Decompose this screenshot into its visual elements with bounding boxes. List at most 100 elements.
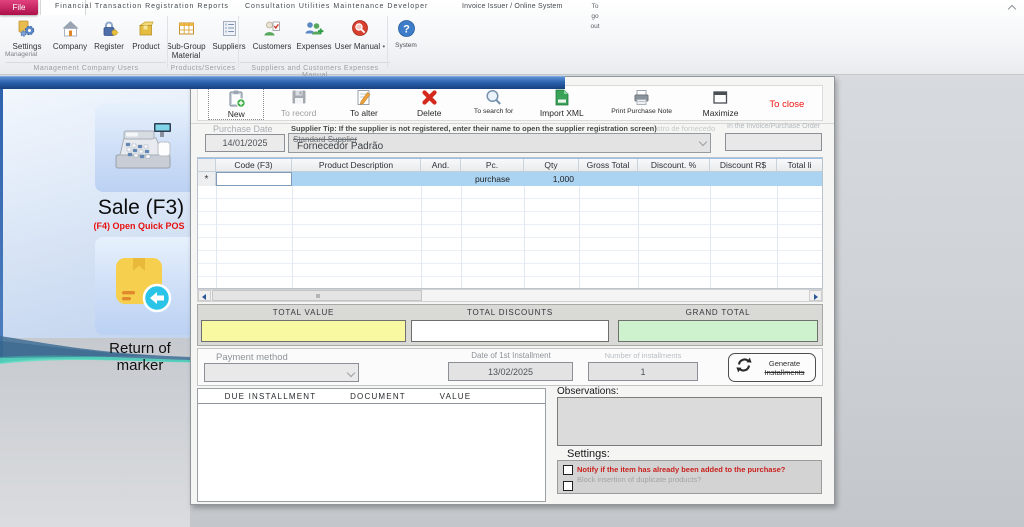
window-maximize-icon — [689, 88, 751, 106]
col-gross-total[interactable]: Gross Total — [579, 159, 638, 171]
col-discount-pct[interactable]: Discount. % — [638, 159, 710, 171]
ribbon-system-button[interactable]: ? System — [389, 16, 423, 49]
return-title[interactable]: Return of marker — [90, 340, 190, 374]
toolbar-label: Maximize — [689, 108, 751, 118]
col-discount-rs[interactable]: Discount R$ — [710, 159, 777, 171]
ribbon-product-button[interactable]: Product — [128, 16, 164, 51]
supplier-tip: Supplier Tip: If the supplier is not reg… — [291, 124, 715, 133]
group-divider — [238, 16, 239, 68]
discount-rs-cell[interactable] — [710, 172, 777, 186]
payment-panel: Payment method Date of 1st Installment 1… — [197, 348, 823, 386]
block-duplicate-checkbox[interactable] — [563, 481, 573, 491]
settings-label: Settings: — [567, 448, 610, 460]
first-installment-field[interactable]: 13/02/2025 — [448, 362, 573, 381]
total-li-cell[interactable] — [777, 172, 822, 186]
installments-count-label: Number of installments — [583, 351, 703, 360]
generate-button-label: Generate Installments — [754, 359, 815, 377]
maximize-button[interactable]: Maximize — [689, 86, 751, 120]
col-code[interactable]: Code (F3) — [216, 159, 292, 171]
col-qty[interactable]: Qty — [524, 159, 579, 171]
ribbon-suppliers-button[interactable]: Suppliers — [208, 16, 250, 51]
window-left-edge — [0, 88, 3, 362]
payment-method-combobox[interactable] — [204, 363, 359, 382]
total-value-field[interactable] — [201, 320, 406, 342]
scroll-left-button[interactable] — [198, 290, 211, 301]
items-grid[interactable]: Code (F3) Product Description And. Pc. Q… — [197, 157, 823, 289]
col-pc[interactable]: Pc. — [461, 159, 524, 171]
table-grid-icon — [164, 18, 208, 38]
toolbar-label: To alter — [333, 108, 395, 118]
installments-count-field[interactable]: 1 — [588, 362, 698, 381]
grid-new-row[interactable]: * purchase 1,000 — [198, 172, 822, 186]
chevron-down-icon[interactable] — [346, 369, 356, 379]
ribbon-customers-button[interactable]: Customers — [250, 16, 294, 51]
ribbon-register-button[interactable]: Register — [90, 16, 128, 51]
print-purchase-note-button[interactable]: Print Purchase Note — [600, 86, 684, 120]
dropdown-bullet[interactable]: • — [382, 42, 385, 51]
return-tile-button[interactable] — [95, 237, 190, 335]
app-window: File Financial Transaction Registration … — [0, 0, 1024, 527]
sale-tile-button[interactable] — [95, 103, 190, 192]
code-cell[interactable] — [216, 172, 292, 186]
ribbon-expenses-button[interactable]: Expenses — [294, 16, 334, 51]
scroll-right-button[interactable] — [809, 290, 822, 301]
and-cell[interactable] — [421, 172, 461, 186]
dialog-toolbar: New To record To alter Delete — [197, 85, 823, 121]
ribbon-collapse-icon[interactable] — [1008, 4, 1016, 12]
toolbar-label: To record — [270, 108, 326, 118]
pc-cell[interactable]: purchase — [461, 172, 524, 186]
notify-duplicate-label: Notify if the item has already been adde… — [577, 465, 785, 474]
quick-pos-hint[interactable]: (F4) Open Quick POS — [88, 221, 190, 231]
menu-consultation-utilities-maintenance-developer[interactable]: Consultation Utilities Maintenance Devel… — [245, 3, 428, 10]
toolbar-label: To search for — [463, 108, 523, 115]
ribbon-label: Sub-Group — [164, 42, 208, 51]
col-product-description[interactable]: Product Description — [292, 159, 421, 171]
lock-key-icon — [90, 18, 128, 38]
ribbon-user-manual-button[interactable]: User Manual • — [334, 16, 386, 51]
import-xml-button[interactable]: Import XML — [530, 86, 594, 120]
chevron-down-icon[interactable] — [698, 138, 708, 148]
description-cell[interactable] — [292, 172, 421, 186]
group-label-products-services: Products/Services — [170, 62, 236, 72]
menu-financial-transaction-registration-reports[interactable]: Financial Transaction Registration Repor… — [55, 3, 229, 10]
gross-total-cell[interactable] — [579, 172, 638, 186]
ribbon-subgroup-material-button[interactable]: Sub-Group Material — [164, 16, 208, 60]
ribbon-settings-button[interactable]: Settings — [4, 16, 50, 51]
discount-pct-cell[interactable] — [638, 172, 710, 186]
col-document: DOCUMENT — [338, 392, 418, 401]
toolbar-label: Import XML — [530, 108, 594, 118]
generate-installments-button[interactable]: Generate Installments — [728, 353, 816, 382]
scrollbar-thumb[interactable] — [212, 290, 422, 301]
question-icon: ? — [389, 18, 423, 38]
cash-register-icon — [110, 117, 176, 178]
file-button[interactable]: File — [0, 0, 38, 15]
grid-body[interactable]: * purchase 1,000 — [198, 172, 822, 288]
list-sheet-icon — [208, 18, 250, 38]
people-plus-icon — [294, 18, 334, 38]
grid-horizontal-scrollbar[interactable] — [197, 289, 823, 302]
printer-icon — [600, 88, 684, 106]
qty-cell[interactable]: 1,000 — [524, 172, 579, 186]
delete-button[interactable]: Delete — [401, 86, 457, 120]
ribbon-company-button[interactable]: Company — [50, 16, 90, 51]
purchase-date-field[interactable]: 14/01/2025 — [205, 134, 285, 152]
grand-total-field[interactable] — [618, 320, 818, 342]
logout-line: To — [586, 2, 604, 12]
observations-textarea[interactable] — [557, 397, 822, 446]
new-button[interactable]: New — [208, 86, 264, 120]
total-discounts-field[interactable] — [411, 320, 609, 342]
col-total-li[interactable]: Total li — [777, 159, 822, 171]
invoice-order-field[interactable] — [725, 133, 822, 151]
search-button[interactable]: To search for — [463, 86, 523, 120]
supplier-combobox[interactable]: Standard Supplier Fornecedor Padrão — [288, 133, 711, 153]
col-and[interactable]: And. — [421, 159, 461, 171]
alter-button[interactable]: To alter — [333, 86, 395, 120]
menu-invoice-issuer-online-system[interactable]: Invoice Issuer / Online System — [462, 3, 563, 10]
refresh-icon — [734, 355, 754, 380]
close-button[interactable]: To close — [758, 86, 816, 120]
menu-to-go-out[interactable]: To go out — [586, 2, 604, 32]
payment-method-label: Payment method — [216, 352, 288, 363]
sale-title[interactable]: Sale (F3) — [92, 196, 190, 220]
notify-duplicate-checkbox[interactable] — [563, 465, 573, 475]
installments-table[interactable]: DUE INSTALLMENT DOCUMENT VALUE — [197, 388, 546, 502]
